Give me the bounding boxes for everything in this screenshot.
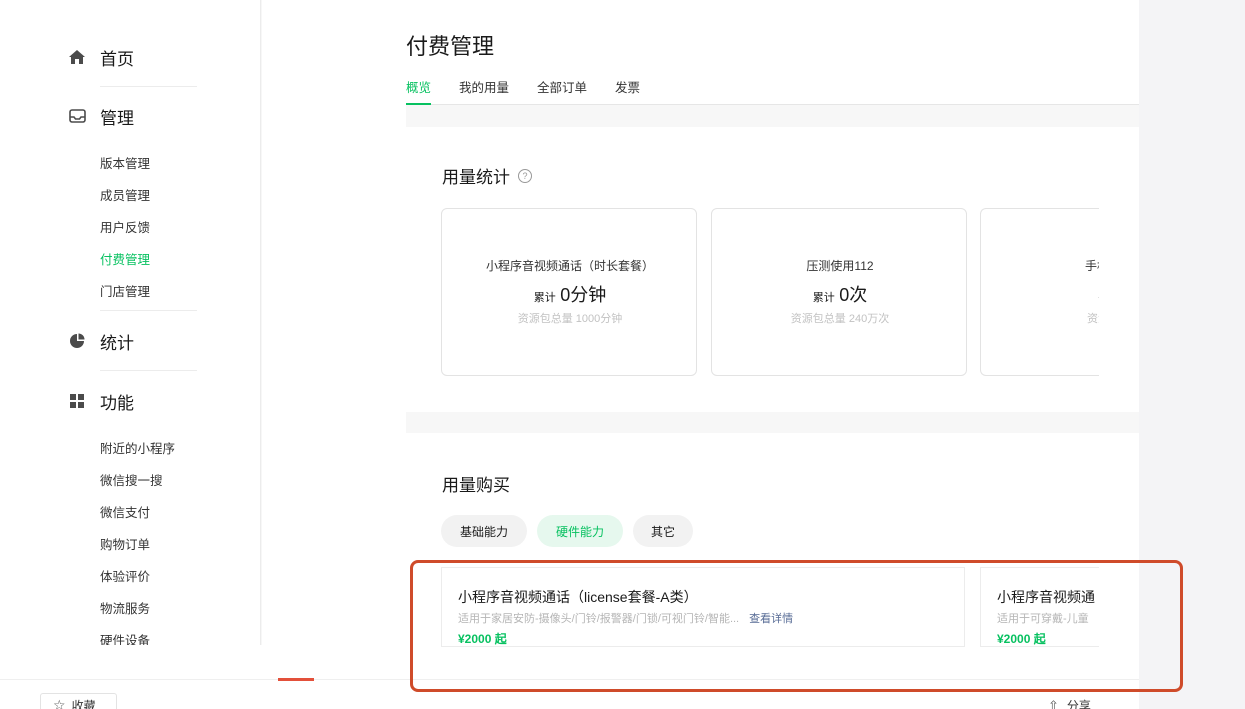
tab-overview[interactable]: 概览: [406, 77, 431, 96]
share-button[interactable]: ⇧ 分享: [1048, 697, 1091, 709]
home-icon: [68, 48, 86, 66]
share-icon: ⇧: [1048, 697, 1059, 709]
sidebar-item-label: 统计: [100, 333, 134, 353]
divider: [100, 310, 197, 311]
tab-all-orders[interactable]: 全部订单: [537, 77, 587, 96]
package-desc-text: 适用于家居安防-摄像头/门铃/报警器/门锁/可视门铃/智能...: [458, 613, 740, 625]
usage-card-name: 手机号快: [1084, 259, 1099, 273]
usage-card-total: 资源包总: [1087, 313, 1099, 325]
usage-card-value: 累计 0分钟: [442, 281, 696, 307]
favorite-button[interactable]: ☆ 收藏: [40, 693, 117, 709]
usage-card[interactable]: 压测使用112 累计 0次 资源包总量 240万次: [711, 208, 967, 376]
tab-bar: 概览 我的用量 全部订单 发票: [406, 75, 1139, 105]
sidebar-subitem-stores[interactable]: 门店管理: [100, 281, 150, 300]
sidebar-subitem-reviews[interactable]: 体验评价: [100, 566, 150, 585]
package-desc: 适用于可穿戴-儿童: [997, 610, 1089, 626]
usage-card-prefix: 累计: [533, 292, 556, 304]
sidebar-item-home[interactable]: 首页: [68, 45, 134, 69]
sidebar-subitem-version[interactable]: 版本管理: [100, 153, 150, 172]
filter-other[interactable]: 其它: [633, 515, 693, 547]
package-price: ¥2000 起: [997, 632, 1046, 646]
pie-chart-icon: [68, 332, 86, 350]
favorite-label: 收藏: [71, 698, 96, 709]
usage-card-name: 小程序音视频通话（时长套餐）: [485, 259, 654, 273]
package-card[interactable]: 小程序音视频通 适用于可穿戴-儿童 ¥2000 起: [980, 567, 1099, 647]
package-desc: 适用于家居安防-摄像头/门铃/报警器/门锁/可视门铃/智能... 查看详情: [458, 610, 793, 626]
sidebar-subitem-billing[interactable]: 付费管理: [100, 249, 150, 268]
usage-card-value: 累计: [981, 281, 1099, 302]
sidebar-item-label: 功能: [100, 393, 134, 413]
sidebar-subitem-members[interactable]: 成员管理: [100, 185, 150, 204]
usage-card-value: 累计 0次: [712, 281, 966, 307]
usage-card-prefix: 累计: [812, 292, 835, 304]
usage-card-total: 资源包总量 240万次: [790, 313, 890, 325]
package-price: ¥2000 起: [458, 632, 507, 646]
page-title: 付费管理: [406, 34, 495, 59]
package-name: 小程序音视频通话（license套餐-A类）: [458, 589, 698, 605]
sidebar-subitem-logistics[interactable]: 物流服务: [100, 598, 150, 617]
sidebar-subitem-search[interactable]: 微信搜一搜: [100, 470, 163, 489]
inbox-icon: [68, 107, 86, 125]
sidebar-item-features[interactable]: 功能: [68, 389, 134, 413]
view-details-link[interactable]: 查看详情: [749, 613, 793, 625]
filter-hardware[interactable]: 硬件能力: [537, 515, 623, 547]
grid-icon: [68, 392, 86, 410]
filter-basic[interactable]: 基础能力: [441, 515, 527, 547]
sidebar-item-label: 管理: [100, 108, 134, 128]
sidebar-subitem-pay[interactable]: 微信支付: [100, 502, 150, 521]
sidebar: 首页 管理 版本管理 成员管理 用户反馈 付费管理 门店管理 统计 功能 附近的…: [40, 0, 261, 645]
sidebar-item-label: 首页: [100, 49, 134, 69]
sidebar-item-manage[interactable]: 管理: [68, 104, 134, 128]
usage-card-total: 资源包总量 1000分钟: [517, 313, 623, 325]
usage-card-number: 0分钟: [560, 285, 607, 305]
tab-invoice[interactable]: 发票: [615, 77, 640, 96]
divider: [100, 86, 197, 87]
purchase-panel-lower: [406, 645, 1139, 679]
usage-title-text: 用量统计: [442, 168, 510, 187]
usage-card-name: 压测使用112: [806, 259, 874, 273]
sidebar-subitem-orders[interactable]: 购物订单: [100, 534, 150, 553]
usage-title: 用量统计 ?: [442, 163, 532, 188]
usage-card[interactable]: 小程序音视频通话（时长套餐） 累计 0分钟 资源包总量 1000分钟: [441, 208, 697, 376]
help-circle-icon[interactable]: ?: [518, 168, 532, 183]
usage-card-number: 0次: [839, 285, 868, 305]
package-name: 小程序音视频通: [997, 589, 1095, 605]
tab-my-usage[interactable]: 我的用量: [459, 77, 509, 96]
share-label: 分享: [1066, 699, 1091, 709]
star-icon: ☆: [53, 696, 66, 709]
purchase-title: 用量购买: [442, 476, 510, 495]
divider: [100, 370, 197, 371]
red-tab-indicator: [278, 678, 314, 681]
package-card[interactable]: 小程序音视频通话（license套餐-A类） 适用于家居安防-摄像头/门铃/报警…: [441, 567, 965, 647]
sidebar-subitem-nearby[interactable]: 附近的小程序: [100, 438, 175, 457]
sidebar-subitem-hardware[interactable]: 硬件设备: [100, 630, 150, 645]
package-desc-text: 适用于可穿戴-儿童: [997, 613, 1089, 625]
sidebar-subitem-feedback[interactable]: 用户反馈: [100, 217, 150, 236]
sidebar-item-stats[interactable]: 统计: [68, 329, 134, 353]
right-gutter: [1139, 0, 1245, 709]
bottom-bar: ☆ 收藏 ⇧ 分享: [0, 679, 1139, 709]
usage-card[interactable]: 手机号快 累计 资源包总: [980, 208, 1099, 376]
usage-card-prefix: 累计: [1098, 288, 1099, 300]
